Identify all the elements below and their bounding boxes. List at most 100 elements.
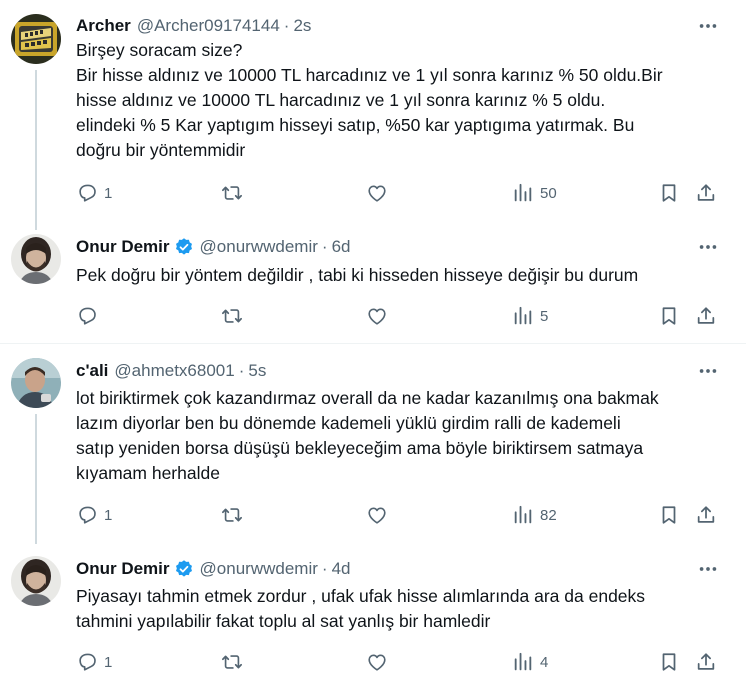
views-button[interactable]: 4	[512, 650, 548, 674]
avatar[interactable]	[11, 556, 61, 606]
more-options-icon[interactable]	[697, 15, 719, 37]
user-handle[interactable]: @Archer09174144	[137, 16, 280, 36]
display-name[interactable]: c'ali	[76, 361, 108, 381]
tweet-text: Birşey soracam size? Bir hisse aldınız v…	[76, 38, 726, 163]
reply-count: 1	[104, 506, 113, 524]
action-bar: 5	[76, 301, 726, 331]
avatar[interactable]	[11, 358, 61, 408]
more-options-icon[interactable]	[697, 236, 719, 258]
retweet-button[interactable]	[221, 181, 243, 205]
retweet-icon	[222, 186, 242, 200]
views-chart-icon	[514, 652, 532, 671]
separator-dot: ·	[321, 559, 328, 578]
views-count: 5	[540, 307, 549, 325]
tweet-text-line: doğru bir yöntemmidir	[76, 140, 246, 160]
more-options-icon[interactable]	[697, 558, 719, 580]
heart-icon	[368, 654, 386, 671]
separator-dot: ·	[283, 16, 290, 35]
reply-icon	[79, 653, 96, 671]
timestamp[interactable]: 4d	[332, 559, 351, 579]
bookmark-button[interactable]	[658, 650, 680, 674]
action-bar: 1 50	[76, 178, 726, 208]
retweet-button[interactable]	[221, 650, 243, 674]
user-handle[interactable]: @onurwwdemir	[200, 559, 318, 579]
share-button[interactable]	[695, 181, 717, 205]
tweet-onur-demir-reply[interactable]: Onur Demir @onurwwdemir · 6d Pek doğru b…	[0, 230, 746, 343]
share-button[interactable]	[695, 650, 717, 674]
share-button[interactable]	[695, 503, 717, 527]
heart-icon	[368, 308, 386, 325]
tweet-text-line: Pek doğru bir yöntem değildir , tabi ki …	[76, 265, 639, 285]
like-button[interactable]	[366, 304, 388, 328]
thread-line	[35, 70, 37, 230]
timestamp[interactable]: 5s	[248, 361, 266, 381]
verified-badge-icon	[175, 238, 192, 255]
views-count: 82	[540, 506, 557, 524]
action-bar: 1 4	[76, 647, 726, 677]
views-count: 4	[540, 653, 549, 671]
reply-count: 1	[104, 184, 113, 202]
share-icon	[697, 653, 715, 670]
bookmark-icon	[662, 307, 676, 325]
views-chart-icon	[514, 505, 532, 524]
display-name[interactable]: Onur Demir	[76, 559, 170, 579]
retweet-icon	[222, 508, 242, 522]
bookmark-button[interactable]	[658, 304, 680, 328]
bookmark-button[interactable]	[658, 503, 680, 527]
tweet-onur-demir-reply[interactable]: Onur Demir @onurwwdemir · 4d Piyasayı ta…	[0, 544, 746, 690]
views-button[interactable]: 5	[512, 304, 548, 328]
like-button[interactable]	[366, 181, 388, 205]
avatar[interactable]	[11, 14, 61, 64]
bookmark-icon	[662, 653, 676, 671]
views-button[interactable]: 50	[512, 181, 557, 205]
verified-badge-icon	[175, 560, 192, 577]
tweet-header: Onur Demir @onurwwdemir · 4d	[76, 557, 350, 581]
tweet-text: Piyasayı tahmin etmek zordur , ufak ufak…	[76, 584, 726, 634]
avatar-cali-image	[11, 358, 61, 408]
timestamp[interactable]: 2s	[293, 16, 311, 36]
more-options-icon[interactable]	[697, 360, 719, 382]
tweet-text-line: elindeki % 5 Kar yaptıgım hisseyi satıp,…	[76, 115, 635, 135]
avatar-onur-image	[11, 556, 61, 606]
tweet-header: Onur Demir @onurwwdemir · 6d	[76, 235, 350, 259]
reply-button[interactable]: 1	[76, 503, 112, 527]
separator-dot: ·	[321, 237, 328, 256]
tweet-text-line: Birşey soracam size?	[76, 40, 243, 60]
tweet-text: lot biriktirmek çok kazandırmaz overall …	[76, 386, 726, 486]
tweet-text-line: kıyamam herhalde	[76, 463, 220, 483]
user-handle[interactable]: @onurwwdemir	[200, 237, 318, 257]
tweet-header: Archer @Archer09174144 · 2s	[76, 14, 311, 38]
views-count: 50	[540, 184, 557, 202]
share-icon	[697, 307, 715, 324]
avatar[interactable]	[11, 234, 61, 284]
tweet-text-line: satıp yeniden borsa düşüşü bekleyeceğim …	[76, 438, 644, 458]
reply-icon	[79, 307, 96, 325]
retweet-icon	[222, 655, 242, 669]
separator-dot: ·	[238, 361, 245, 380]
tweet-text-line: lazım diyorlar ben bu dönemde kademeli y…	[76, 413, 621, 433]
bookmark-button[interactable]	[658, 181, 680, 205]
reply-button[interactable]: 1	[76, 181, 112, 205]
bookmark-icon	[662, 506, 676, 524]
like-button[interactable]	[366, 650, 388, 674]
retweet-icon	[222, 309, 242, 323]
timestamp[interactable]: 6d	[332, 237, 351, 257]
retweet-button[interactable]	[221, 304, 243, 328]
reply-button[interactable]	[76, 304, 104, 328]
tweet-text-line: hisse aldınız ve 10000 TL harcadınız ve …	[76, 90, 606, 110]
like-button[interactable]	[366, 503, 388, 527]
tweet-archer[interactable]: Archer @Archer09174144 · 2s Birşey sorac…	[0, 0, 746, 230]
display-name[interactable]: Onur Demir	[76, 237, 170, 257]
views-button[interactable]: 82	[512, 503, 557, 527]
tweet-header: c'ali @ahmetx68001 · 5s	[76, 359, 266, 383]
share-button[interactable]	[695, 304, 717, 328]
display-name[interactable]: Archer	[76, 16, 131, 36]
reply-button[interactable]: 1	[76, 650, 112, 674]
tweet-text-line: Piyasayı tahmin etmek zordur , ufak ufak…	[76, 586, 646, 606]
reply-icon	[79, 506, 96, 524]
retweet-button[interactable]	[221, 503, 243, 527]
user-handle[interactable]: @ahmetx68001	[114, 361, 234, 381]
views-chart-icon	[514, 306, 532, 325]
tweet-cali[interactable]: c'ali @ahmetx68001 · 5s lot biriktirmek …	[0, 344, 746, 544]
reply-icon	[79, 184, 96, 202]
